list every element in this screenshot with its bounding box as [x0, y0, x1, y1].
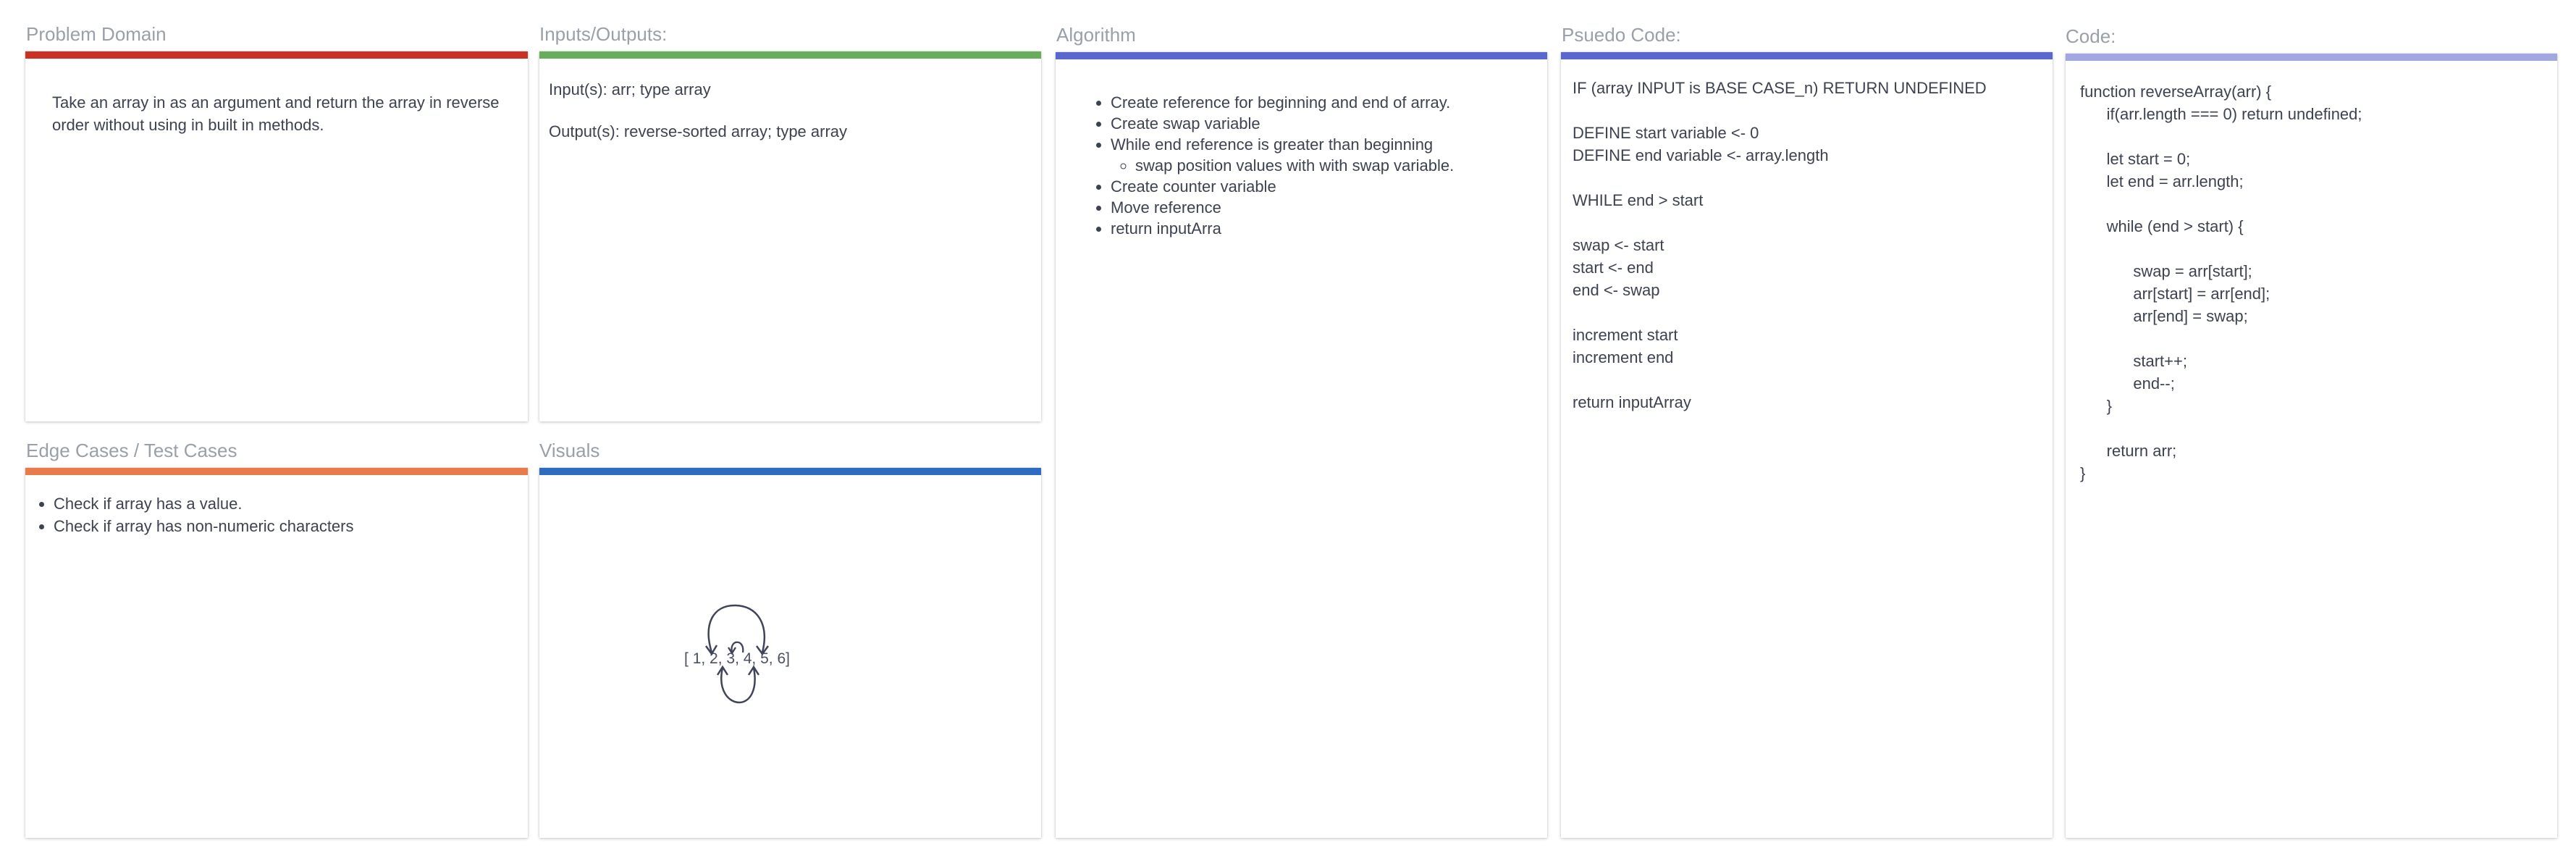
- pseudo-code-line: start <- end: [1573, 259, 1654, 277]
- algorithm-card[interactable]: Create reference for beginning and end o…: [1056, 52, 1547, 838]
- code-line: end--;: [2080, 374, 2175, 393]
- visuals-title: Visuals: [539, 440, 600, 461]
- problem-domain-title: Problem Domain: [26, 23, 167, 45]
- algorithm-step-label: While end reference is greater than begi…: [1111, 135, 1434, 154]
- code-line: if(arr.length === 0) return undefined;: [2080, 105, 2362, 123]
- array-swap-diagram: [ 1, 2, 3, 4, 5, 6]: [684, 604, 790, 704]
- code-line: arr[start] = arr[end];: [2080, 285, 2270, 303]
- algorithm-step: Move reference: [1111, 197, 1535, 218]
- code-line: }: [2080, 397, 2113, 415]
- pseudo-code-line: IF (array INPUT is BASE CASE_n) RETURN U…: [1573, 79, 1987, 97]
- visuals-card[interactable]: [ 1, 2, 3, 4, 5, 6]: [539, 468, 1041, 838]
- code-line: }: [2080, 464, 2086, 482]
- algorithm-title: Algorithm: [1056, 24, 1136, 46]
- code-card[interactable]: function reverseArray(arr) { if(arr.leng…: [2066, 54, 2557, 838]
- pseudo-code-card[interactable]: IF (array INPUT is BASE CASE_n) RETURN U…: [1561, 52, 2053, 838]
- code-title: Code:: [2066, 25, 2116, 47]
- algorithm-substep: swap position values with with swap vari…: [1135, 155, 1535, 176]
- input-description: Input(s): arr; type array: [549, 80, 711, 98]
- pseudo-code-line: WHILE end > start: [1573, 191, 1704, 209]
- pseudo-code-line: swap <- start: [1573, 236, 1664, 254]
- algorithm-step: Create swap variable: [1111, 113, 1535, 134]
- code-line: let start = 0;: [2080, 150, 2191, 168]
- output-description: Output(s): reverse-sorted array; type ar…: [549, 122, 848, 140]
- code-line: while (end > start) {: [2080, 217, 2244, 235]
- pseudo-code-line: increment end: [1573, 348, 1674, 366]
- edge-cases-card[interactable]: Check if array has a value. Check if arr…: [25, 468, 528, 838]
- pseudo-code-line: DEFINE end variable <- array.length: [1573, 146, 1829, 164]
- algorithm-steps: Create reference for beginning and end o…: [1086, 92, 1535, 239]
- code-line: start++;: [2080, 352, 2187, 370]
- pseudo-code-line: [1573, 99, 2043, 122]
- algorithm-step: Create counter variable: [1111, 176, 1535, 197]
- pseudo-code-line: DEFINE start variable <- 0: [1573, 124, 1759, 142]
- edge-case-list: Check if array has a value. Check if arr…: [29, 492, 507, 537]
- edge-case-item: Check if array has non-numeric character…: [54, 515, 507, 537]
- array-literal: [ 1, 2, 3, 4, 5, 6]: [684, 650, 790, 667]
- code-line: arr[end] = swap;: [2080, 307, 2248, 325]
- pseudo-code-title: Psuedo Code:: [1562, 24, 1681, 46]
- algorithm-substeps: swap position values with with swap vari…: [1111, 155, 1535, 176]
- pseudo-code-line: increment start: [1573, 326, 1678, 344]
- pseudo-code-line: [1573, 211, 2043, 234]
- algorithm-step: While end reference is greater than begi…: [1111, 134, 1535, 176]
- edge-cases-title: Edge Cases / Test Cases: [26, 440, 237, 461]
- code-line: let end = arr.length;: [2080, 172, 2244, 190]
- algorithm-step: return inputArra: [1111, 218, 1535, 239]
- inputs-outputs-card[interactable]: Input(s): arr; type array Output(s): rev…: [539, 51, 1041, 421]
- code-line: function reverseArray(arr) {: [2080, 83, 2272, 101]
- algorithm-step: Create reference for beginning and end o…: [1111, 92, 1535, 113]
- pseudo-code-line: [1573, 167, 2043, 189]
- problem-domain-text: Take an array in as an argument and retu…: [52, 93, 500, 134]
- pseudo-code-line: return inputArray: [1573, 393, 1691, 411]
- pseudo-code-line: end <- swap: [1573, 281, 1660, 299]
- inputs-outputs-title: Inputs/Outputs:: [539, 23, 668, 45]
- code-line: swap = arr[start];: [2080, 262, 2252, 280]
- code-line: return arr;: [2080, 442, 2177, 460]
- edge-case-item: Check if array has a value.: [54, 492, 507, 515]
- pseudo-code-line: [1573, 301, 2043, 324]
- problem-domain-card[interactable]: Take an array in as an argument and retu…: [25, 51, 528, 421]
- pseudo-code-line: [1573, 369, 2043, 391]
